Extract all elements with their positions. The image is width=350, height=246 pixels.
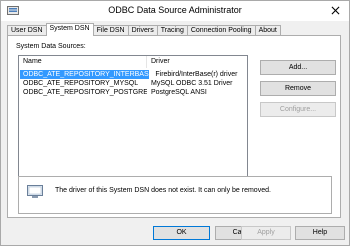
column-header-name[interactable]: Name [19, 56, 147, 68]
dsn-name: ODBC_ATE_REPOSITORY_POSTGRESQL [23, 89, 147, 96]
table-row[interactable]: ODBC_ATE_REPOSITORY_INTERBASE Firebird/I… [20, 70, 246, 79]
info-dsn-icon [27, 185, 43, 199]
apply-button[interactable]: Apply [241, 226, 291, 240]
system-data-sources-label: System Data Sources: [16, 43, 86, 50]
remove-button[interactable]: Remove [260, 81, 336, 96]
data-sources-list[interactable]: Name Driver ODBC_ATE_REPOSITORY_INTERBAS… [18, 55, 248, 194]
tab-system-dsn[interactable]: System DSN [45, 23, 94, 36]
add-button[interactable]: Add... [260, 60, 336, 75]
table-row[interactable]: ODBC_ATE_REPOSITORY_POSTGRESQL PostgreSQ… [20, 88, 246, 97]
odbc-window: ODBC Data Source Administrator User DSN … [0, 0, 350, 246]
title-bar[interactable]: ODBC Data Source Administrator [1, 1, 349, 21]
dsn-name: ODBC_ATE_REPOSITORY_MYSQL [23, 80, 139, 87]
dsn-driver: PostgreSQL ANSI [151, 89, 207, 96]
info-message: The driver of this System DSN does not e… [55, 187, 271, 194]
column-header-driver[interactable]: Driver [147, 56, 247, 68]
system-dsn-panel: System Data Sources: Name Driver ODBC_AT… [7, 35, 341, 218]
list-header: Name Driver [19, 56, 247, 68]
dsn-name: ODBC_ATE_REPOSITORY_INTERBASE [20, 70, 150, 79]
dsn-driver: MySQL ODBC 3.51 Driver [151, 80, 233, 87]
help-button[interactable]: Help [295, 226, 345, 240]
table-row[interactable]: ODBC_ATE_REPOSITORY_MYSQL MySQL ODBC 3.5… [20, 79, 246, 88]
dsn-driver: Firebird/InterBase(r) driver [155, 71, 238, 78]
configure-button[interactable]: Configure... [260, 102, 336, 117]
info-box: The driver of this System DSN does not e… [18, 176, 332, 214]
ok-button[interactable]: OK [153, 226, 210, 240]
window-title: ODBC Data Source Administrator [108, 5, 242, 15]
close-icon[interactable] [328, 4, 342, 17]
